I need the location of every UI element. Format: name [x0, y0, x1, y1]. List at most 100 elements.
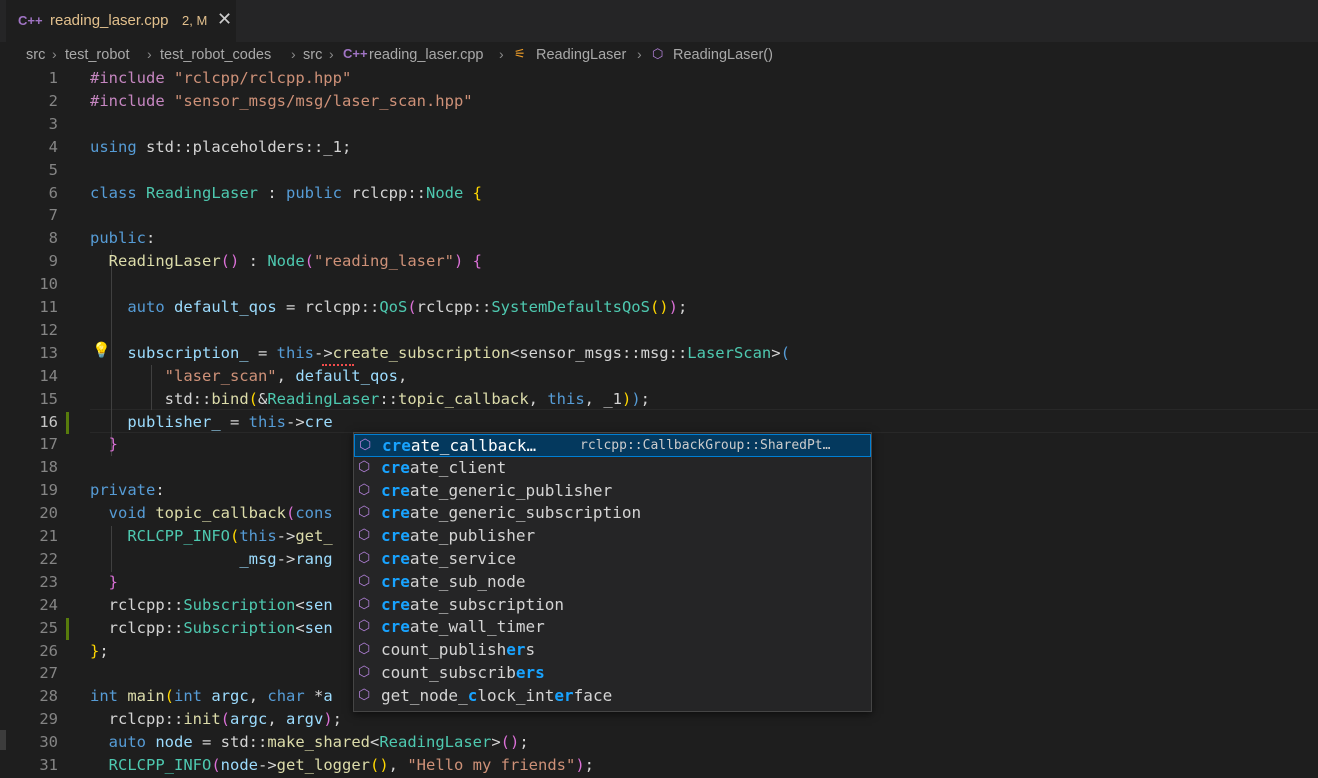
code-line[interactable]: 14 "laser_scan", default_qos, — [0, 366, 1318, 389]
code-text: RCLCPP_INFO(this->get_ — [127, 527, 333, 545]
code-text: }; — [90, 641, 109, 660]
code-text: "laser_scan", default_qos, — [164, 366, 408, 385]
method-cube-icon: ⬡ — [358, 504, 371, 521]
line-number: 10 — [39, 275, 58, 294]
line-number: 23 — [39, 572, 58, 591]
code-line[interactable]: 10 — [0, 274, 1318, 297]
line-number: 20 — [39, 504, 58, 523]
line-number: 28 — [39, 687, 58, 706]
suggestion-item[interactable]: ⬡ create_callback… rclcpp::CallbackGroup::… — [354, 434, 871, 457]
code-text: auto node = std::make_shared<ReadingLase… — [108, 733, 529, 752]
chevron-right-icon: › — [291, 46, 296, 62]
code-line[interactable]: 30 auto node = std::make_shared<ReadingL… — [0, 732, 1318, 755]
tab-reading-laser[interactable]: C++ reading_laser.cpp 2, M ✕ — [6, 0, 236, 42]
line-number: 2 — [48, 91, 58, 110]
code-text: rclcpp::Subscription<sen — [90, 595, 333, 614]
method-cube-icon: ⬡ — [358, 550, 371, 566]
code-line[interactable]: 31 RCLCPP_INFO(node->get_logger(), "Hell… — [0, 755, 1318, 778]
suggestion-label: create_generic_publisher — [381, 480, 613, 500]
tab-bar: C++ reading_laser.cpp 2, M ✕ — [0, 0, 1318, 42]
line-number: 14 — [39, 366, 58, 385]
suggestion-item[interactable]: ⬡ get_node_clock_interface — [354, 685, 871, 708]
code-line[interactable]: 29 rclcpp::init(argc, argv); — [0, 709, 1318, 732]
suggestion-item[interactable]: ⬡ create_generic_subscription — [354, 502, 871, 525]
close-icon[interactable]: ✕ — [217, 9, 232, 30]
code-line[interactable]: 7 — [0, 205, 1318, 228]
breadcrumb-item-src-2[interactable]: src — [303, 47, 322, 63]
suggestion-item[interactable]: ⬡ create_publisher — [354, 525, 871, 548]
method-cube-icon: ⬡ — [358, 664, 371, 680]
suggestion-label: create_wall_timer — [381, 617, 545, 637]
code-text: rclcpp::init(argc, argv); — [90, 710, 343, 729]
code-text: int main(int argc, char *a — [90, 687, 333, 706]
line-number: 11 — [39, 298, 58, 316]
line-number: 27 — [39, 664, 58, 683]
lightbulb-icon[interactable]: 💡 — [92, 341, 111, 359]
code-line[interactable]: 5 — [0, 160, 1318, 183]
suggestion-label: count_publishers — [381, 640, 536, 660]
suggestion-item[interactable]: ⬡ create_wall_timer — [354, 616, 871, 639]
code-text: public: — [90, 229, 156, 248]
method-cube-icon: ⬡ — [358, 527, 371, 544]
suggestion-label: create_generic_subscription — [381, 503, 642, 523]
code-line[interactable]: 8 public: — [0, 228, 1318, 251]
breadcrumb-item-file[interactable]: reading_laser.cpp — [369, 47, 483, 63]
chevron-right-icon: › — [147, 46, 152, 62]
code-text: class ReadingLaser : public rclcpp::Node… — [90, 183, 483, 202]
cpp-file-icon: C++ — [343, 46, 368, 61]
line-number: 13 — [39, 343, 58, 362]
line-number: 6 — [48, 183, 58, 202]
suggestion-item[interactable]: ⬡ create_client — [354, 457, 871, 480]
suggestion-detail: rclcpp::CallbackGroup::SharedPt… — [580, 438, 831, 453]
breadcrumb-item-method[interactable]: ReadingLaser() — [673, 47, 773, 63]
code-line[interactable]: 1 #include "rclcpp/rclcpp.hpp" — [0, 68, 1318, 91]
suggestion-item[interactable]: ⬡ count_publishers — [354, 639, 871, 662]
code-line[interactable]: 16 publisher_ = this->cre — [0, 411, 1318, 435]
breadcrumb-item-test-robot-codes[interactable]: test_robot_codes — [160, 47, 271, 63]
code-line[interactable]: 2 #include "sensor_msgs/msg/laser_scan.hp… — [0, 91, 1318, 114]
modified-line-marker — [66, 617, 69, 640]
code-text: std::bind(&ReadingLaser::topic_callback,… — [90, 389, 651, 408]
suggestion-item[interactable]: ⬡ create_generic_publisher — [354, 480, 871, 503]
error-squiggle — [322, 361, 354, 366]
code-line[interactable]: 3 — [0, 114, 1318, 137]
code-line[interactable]: 11 auto default_qos = rclcpp::QoS(rclcpp… — [0, 297, 1318, 320]
suggestion-label: create_client — [381, 457, 507, 477]
suggestion-label: create_subscription — [381, 594, 565, 614]
code-text: using std::placeholders::_1; — [90, 137, 352, 156]
suggestion-item[interactable]: ⬡ count_subscribers — [354, 662, 871, 685]
code-text: subscription_ = this->create_subscriptio… — [127, 343, 790, 362]
method-cube-icon: ⬡ — [358, 618, 371, 635]
chevron-right-icon: › — [52, 46, 57, 62]
code-line[interactable]: 6 class ReadingLaser : public rclcpp::Nod… — [0, 183, 1318, 206]
breadcrumb-item-src[interactable]: src — [26, 47, 45, 63]
line-number: 8 — [48, 229, 58, 248]
line-number: 18 — [39, 458, 58, 477]
line-number: 1 — [48, 69, 58, 87]
code-text: } — [108, 572, 119, 591]
line-number: 9 — [48, 252, 58, 271]
code-line[interactable]: 4 using std::placeholders::_1; — [0, 137, 1318, 160]
suggestion-label: create_service — [381, 549, 516, 568]
code-text: private: — [90, 481, 165, 500]
breadcrumb-item-test-robot[interactable]: test_robot — [65, 47, 130, 63]
line-number: 3 — [48, 114, 58, 133]
suggestion-item[interactable]: ⬡ create_subscription — [354, 594, 871, 617]
suggestion-widget[interactable]: ⬡ create_callback… rclcpp::CallbackGroup::… — [353, 432, 872, 712]
line-number: 7 — [48, 206, 58, 225]
code-line[interactable]: 13 subscription_ = this->create_subscrip… — [0, 343, 1318, 366]
breadcrumb: src › test_robot › test_robot_codes › sr… — [0, 42, 1318, 68]
line-number: 31 — [39, 756, 58, 774]
code-text: auto default_qos = rclcpp::QoS(rclcpp::S… — [127, 298, 688, 316]
line-number: 26 — [39, 641, 58, 660]
chevron-right-icon: › — [329, 46, 334, 62]
code-line[interactable]: 9 ReadingLaser() : Node("reading_laser")… — [0, 251, 1318, 274]
breadcrumb-item-class[interactable]: ReadingLaser — [536, 47, 626, 63]
code-text: #include "sensor_msgs/msg/laser_scan.hpp… — [90, 91, 473, 110]
code-text: rclcpp::Subscription<sen — [90, 618, 333, 637]
code-line[interactable]: 15 std::bind(&ReadingLaser::topic_callba… — [0, 389, 1318, 412]
suggestion-label: create_sub_node — [381, 571, 526, 591]
code-line[interactable]: 12 — [0, 320, 1318, 343]
suggestion-item[interactable]: ⬡ create_sub_node — [354, 571, 871, 594]
suggestion-item[interactable]: ⬡ create_service — [354, 548, 871, 571]
